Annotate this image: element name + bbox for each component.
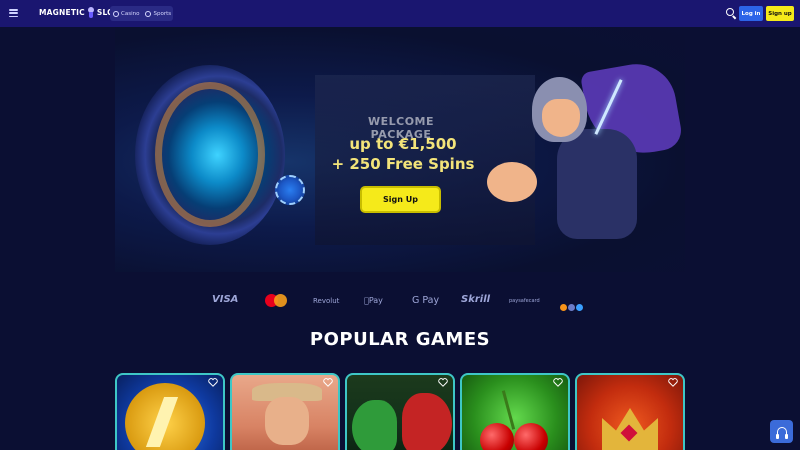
nav-sports[interactable]: Sports [142,10,174,17]
hero-signup-button[interactable]: Sign Up [362,188,439,211]
search-icon[interactable] [726,8,737,20]
hero-banner: WELCOME PACKAGE up to €1,500 + 250 Free … [115,27,685,272]
mastercard-logo [265,294,287,307]
support-chat-button[interactable] [770,420,793,443]
login-button[interactable]: Log in [739,6,763,21]
favorite-heart-icon[interactable] [208,378,218,387]
payment-methods-row: VISA Revolut Pay G Pay Skrill paysafeca… [0,292,800,311]
soccer-ball-icon [145,10,152,17]
favorite-heart-icon[interactable] [553,378,563,387]
nav-casino-label: Casino [121,10,140,17]
paysafecard-logo: paysafecard [509,298,540,304]
revolut-logo: Revolut [313,297,340,305]
top-header: MAGNETIC SLOTS Casino Sports Log in Sign… [0,0,800,27]
hero-bonus-amount: up to €1,500 [349,135,457,153]
game-tile-lightning-coin[interactable] [115,373,225,450]
superhero-mascot-illustration [487,57,685,267]
game-tile-cowboy[interactable] [230,373,340,450]
hamburger-menu-icon[interactable] [9,9,18,18]
visa-logo: VISA [212,294,239,305]
main-nav: Casino Sports [110,6,173,21]
favorite-heart-icon[interactable] [668,378,678,387]
logo-text-left: MAGNETIC [39,8,85,17]
headset-icon [775,427,788,439]
game-tile-cherries[interactable] [460,373,570,450]
signup-button[interactable]: Sign up [766,6,794,21]
favorite-heart-icon[interactable] [438,378,448,387]
game-tile-dragons[interactable] [345,373,455,450]
google-pay-logo: G Pay [412,295,440,306]
game-tile-crown[interactable] [575,373,685,450]
casino-chip-icon [113,10,119,17]
skrill-logo: Skrill [461,294,491,305]
apple-pay-logo: Pay [364,296,383,305]
logo-mascot-icon [87,7,95,18]
portal-ring-illustration [155,82,265,227]
popular-games-title: POPULAR GAMES [309,329,491,350]
nav-sports-label: Sports [153,10,172,17]
favorite-heart-icon[interactable] [323,378,333,387]
casino-chip-illustration [275,175,305,205]
hero-free-spins: + 250 Free Spins [331,155,475,173]
crypto-icons [560,296,592,311]
nav-casino[interactable]: Casino [110,10,142,17]
